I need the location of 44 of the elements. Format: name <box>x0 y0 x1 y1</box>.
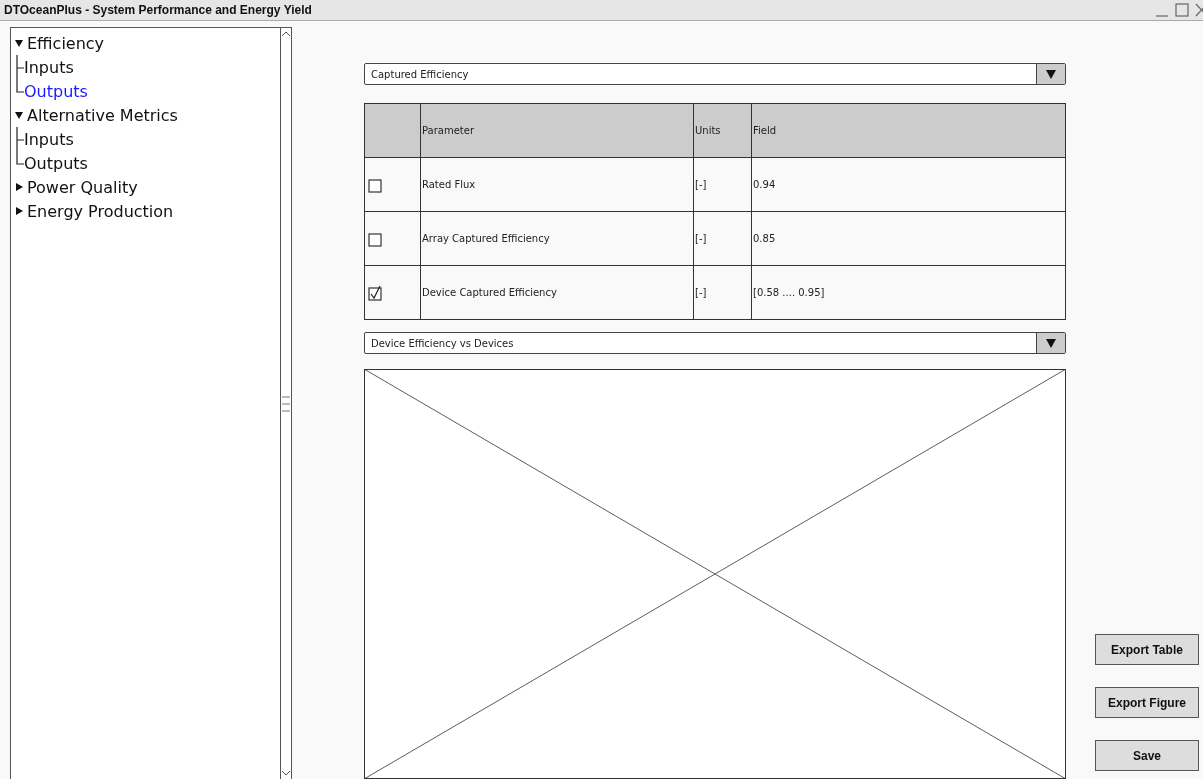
table-cell: Array Captured Efficiency <box>420 212 693 265</box>
grip-icon[interactable] <box>282 393 290 414</box>
caret-icon <box>1046 338 1056 348</box>
table-cell: [0.58 .... 0.95] <box>751 266 1065 319</box>
table-cell: [-] <box>693 158 751 211</box>
action-button[interactable]: Export Figure <box>1095 687 1199 718</box>
caret-icon <box>1046 69 1056 79</box>
metric-dropdown[interactable]: Captured Efficiency <box>364 63 1066 85</box>
action-button[interactable]: Export Table <box>1095 634 1199 665</box>
tree-item[interactable]: Outputs <box>24 153 88 173</box>
tree-label: Energy Production <box>27 201 174 221</box>
tree-node[interactable]: Alternative Metrics <box>15 103 280 127</box>
tree-item[interactable]: Outputs <box>24 81 88 101</box>
table-cell: [-] <box>693 266 751 319</box>
expanded-icon[interactable] <box>15 111 23 119</box>
tree-item[interactable]: Inputs <box>24 57 74 77</box>
table-cell: Rated Flux <box>420 158 693 211</box>
checkbox[interactable] <box>368 230 382 247</box>
tree-node[interactable]: Energy Production <box>15 199 280 223</box>
collapsed-icon[interactable] <box>15 207 23 215</box>
column-header: Parameter <box>420 104 693 157</box>
checkbox[interactable] <box>368 284 382 301</box>
scroll-down-icon[interactable] <box>281 769 291 777</box>
column-header: Field <box>751 104 1065 157</box>
collapsed-icon[interactable] <box>15 183 23 191</box>
table-cell: 0.85 <box>751 212 1065 265</box>
window-title: DTOceanPlus - System Performance and Energy Yield <box>4 3 312 17</box>
tree-node[interactable]: Power Quality <box>15 175 280 199</box>
checkbox[interactable] <box>368 176 382 193</box>
figure-dropdown[interactable]: Device Efficiency vs Devices <box>364 332 1066 354</box>
tree-label: Power Quality <box>27 177 138 197</box>
table-cell: Device Captured Efficiency <box>420 266 693 319</box>
close-icon[interactable] <box>1195 3 1203 17</box>
scrollbar[interactable] <box>280 28 291 779</box>
column-header: Units <box>693 104 751 157</box>
action-button[interactable]: Save <box>1095 740 1199 771</box>
tree-item[interactable]: Inputs <box>24 129 74 149</box>
tree-label: Efficiency <box>27 33 105 53</box>
tree-label: Alternative Metrics <box>27 105 178 125</box>
tree-node[interactable]: Efficiency <box>15 31 280 55</box>
scroll-up-icon[interactable] <box>281 30 291 38</box>
table-cell: 0.94 <box>751 158 1065 211</box>
table-cell: [-] <box>693 212 751 265</box>
expanded-icon[interactable] <box>15 39 23 47</box>
